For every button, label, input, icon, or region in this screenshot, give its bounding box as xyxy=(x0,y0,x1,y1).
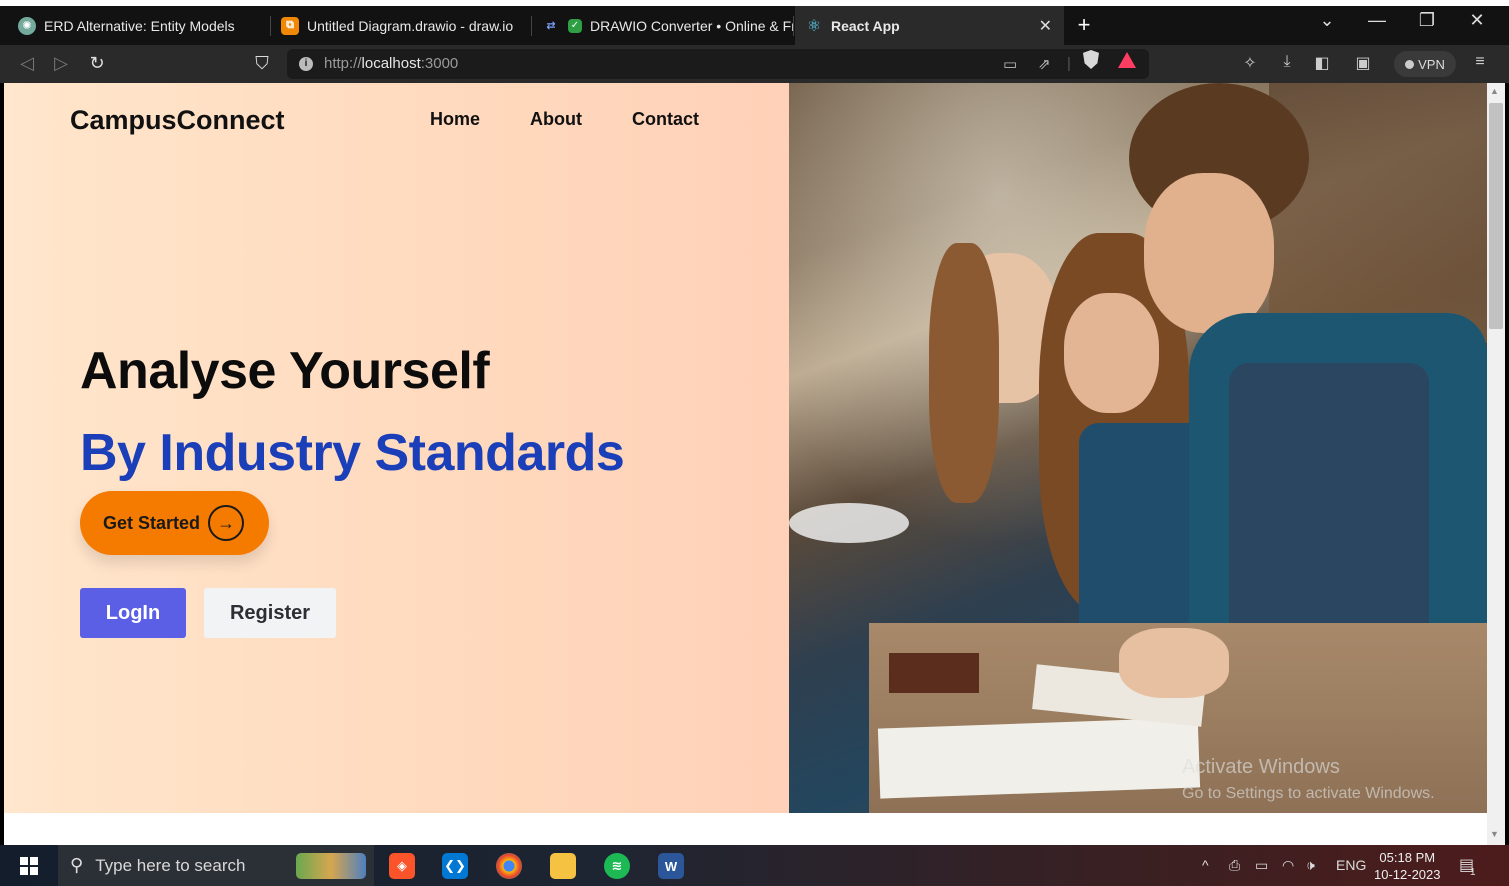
windows-taskbar: ⚲ Type here to search ◈ ❮❯ ≋ W ^ ⎙ ▭ ◠ 🕩… xyxy=(0,845,1509,886)
tab-list-chevron-icon[interactable]: ⌄ xyxy=(1312,10,1342,31)
tab-react-app[interactable]: ⚛ React App ✕ xyxy=(795,6,1064,45)
browser-tab-bar: ✺ ERD Alternative: Entity Models ⧉ Untit… xyxy=(0,0,1509,45)
page-viewport: CampusConnect Home About Contact Analyse… xyxy=(4,83,1487,845)
language-indicator[interactable]: ENG xyxy=(1336,857,1366,873)
system-clock[interactable]: 05:18 PM 10-12-2023 xyxy=(1374,849,1441,883)
file-explorer-icon[interactable] xyxy=(550,853,576,879)
scroll-up-icon[interactable]: ▲ xyxy=(1490,86,1499,96)
meet-now-icon[interactable]: ⎙ xyxy=(1229,857,1240,874)
login-button[interactable]: LogIn xyxy=(80,588,186,638)
notification-count: 1 xyxy=(1470,867,1476,878)
chatgpt-icon: ✺ xyxy=(18,16,36,35)
hero-headline: Analyse Yourself xyxy=(80,342,490,400)
back-icon[interactable]: ◁ xyxy=(16,53,38,74)
converter-icon: ⇄ xyxy=(546,20,556,32)
activate-windows-hint: Go to Settings to activate Windows. xyxy=(1182,785,1435,802)
hero-section: CampusConnect Home About Contact Analyse… xyxy=(4,83,789,813)
tab-erd-alternative[interactable]: ✺ ERD Alternative: Entity Models xyxy=(8,6,271,45)
forward-icon[interactable]: ▷ xyxy=(50,53,72,74)
hero-subheadline: By Industry Standards xyxy=(80,424,625,482)
share-icon[interactable]: ⇗ xyxy=(1038,55,1051,73)
hero-image-students: Activate Windows Go to Settings to activ… xyxy=(789,83,1487,813)
volume-icon[interactable]: 🕩 xyxy=(1306,857,1315,874)
nav-home[interactable]: Home xyxy=(430,109,480,130)
restore-icon[interactable]: ❐ xyxy=(1412,10,1442,31)
tab-drawio-converter[interactable]: ⇄ ✓ DRAWIO Converter • Online & Free xyxy=(532,6,794,45)
tab-title: Untitled Diagram.drawio - draw.io xyxy=(307,17,514,34)
brand-logo[interactable]: CampusConnect xyxy=(70,105,285,136)
vpn-status-icon xyxy=(1405,59,1415,69)
tab-drawio[interactable]: ⧉ Untitled Diagram.drawio - draw.io xyxy=(271,6,532,45)
menu-icon[interactable]: ≡ xyxy=(1469,53,1491,71)
battery-icon[interactable]: ▭ xyxy=(1255,857,1268,874)
search-placeholder: Type here to search xyxy=(95,855,246,875)
show-hidden-icons-icon[interactable]: ^ xyxy=(1202,857,1209,873)
get-started-button[interactable]: Get Started → xyxy=(80,491,269,555)
nav-contact[interactable]: Contact xyxy=(632,109,699,130)
word-icon[interactable]: W xyxy=(658,853,684,879)
address-toolbar: ◁ ▷ ↻ ⛉ i http://localhost:3000 ▭ ⇗ | ✧ … xyxy=(0,45,1509,83)
sidebar-icon[interactable]: ◧ xyxy=(1311,53,1333,73)
brave-rewards-icon[interactable] xyxy=(1118,52,1136,68)
tab-title: React App xyxy=(831,17,900,34)
register-button[interactable]: Register xyxy=(204,588,336,638)
search-highlight-icon[interactable] xyxy=(296,853,366,879)
site-info-icon[interactable]: i xyxy=(299,57,313,71)
chrome-icon[interactable] xyxy=(496,853,522,879)
tab-title: DRAWIO Converter • Online & Free xyxy=(590,17,794,34)
divider: | xyxy=(1067,55,1071,72)
spotify-icon[interactable]: ≋ xyxy=(604,853,630,879)
checkmark-icon: ✓ xyxy=(568,18,582,33)
close-window-icon[interactable]: ✕ xyxy=(1462,10,1492,31)
download-icon[interactable]: ⤓ xyxy=(1276,53,1298,71)
vpn-button[interactable]: VPN xyxy=(1394,51,1456,77)
reload-icon[interactable]: ↻ xyxy=(86,53,108,74)
minimize-icon[interactable]: — xyxy=(1362,10,1392,31)
scroll-down-icon[interactable]: ▼ xyxy=(1490,829,1499,839)
activate-windows-title: Activate Windows xyxy=(1182,756,1340,778)
cast-icon[interactable]: ▭ xyxy=(1003,55,1017,73)
vpn-label: VPN xyxy=(1418,56,1445,72)
clock-time: 05:18 PM xyxy=(1379,850,1436,865)
brave-browser-icon[interactable]: ◈ xyxy=(389,853,415,879)
react-icon: ⚛ xyxy=(806,17,822,35)
extensions-icon[interactable]: ✧ xyxy=(1239,53,1261,73)
search-icon: ⚲ xyxy=(70,855,84,875)
vscode-icon[interactable]: ❮❯ xyxy=(442,853,468,879)
url-text[interactable]: http://localhost:3000 xyxy=(324,55,458,72)
url-bar[interactable]: i http://localhost:3000 ▭ ⇗ | xyxy=(287,49,1149,79)
clock-date: 10-12-2023 xyxy=(1374,867,1441,882)
scrollbar-thumb[interactable] xyxy=(1489,103,1503,329)
get-started-label: Get Started xyxy=(103,512,201,533)
bookmark-icon[interactable]: ⛉ xyxy=(251,53,273,74)
nav-about[interactable]: About xyxy=(530,109,582,130)
close-tab-icon[interactable]: ✕ xyxy=(1039,16,1052,36)
tab-title: ERD Alternative: Entity Models xyxy=(44,17,235,34)
arrow-right-icon: → xyxy=(208,505,244,541)
windows-start-icon[interactable] xyxy=(20,857,38,875)
wifi-icon[interactable]: ◠ xyxy=(1282,857,1294,874)
wallet-icon[interactable]: ▣ xyxy=(1352,53,1374,73)
drawio-icon: ⧉ xyxy=(281,16,299,35)
new-tab-icon[interactable]: + xyxy=(1072,12,1096,38)
